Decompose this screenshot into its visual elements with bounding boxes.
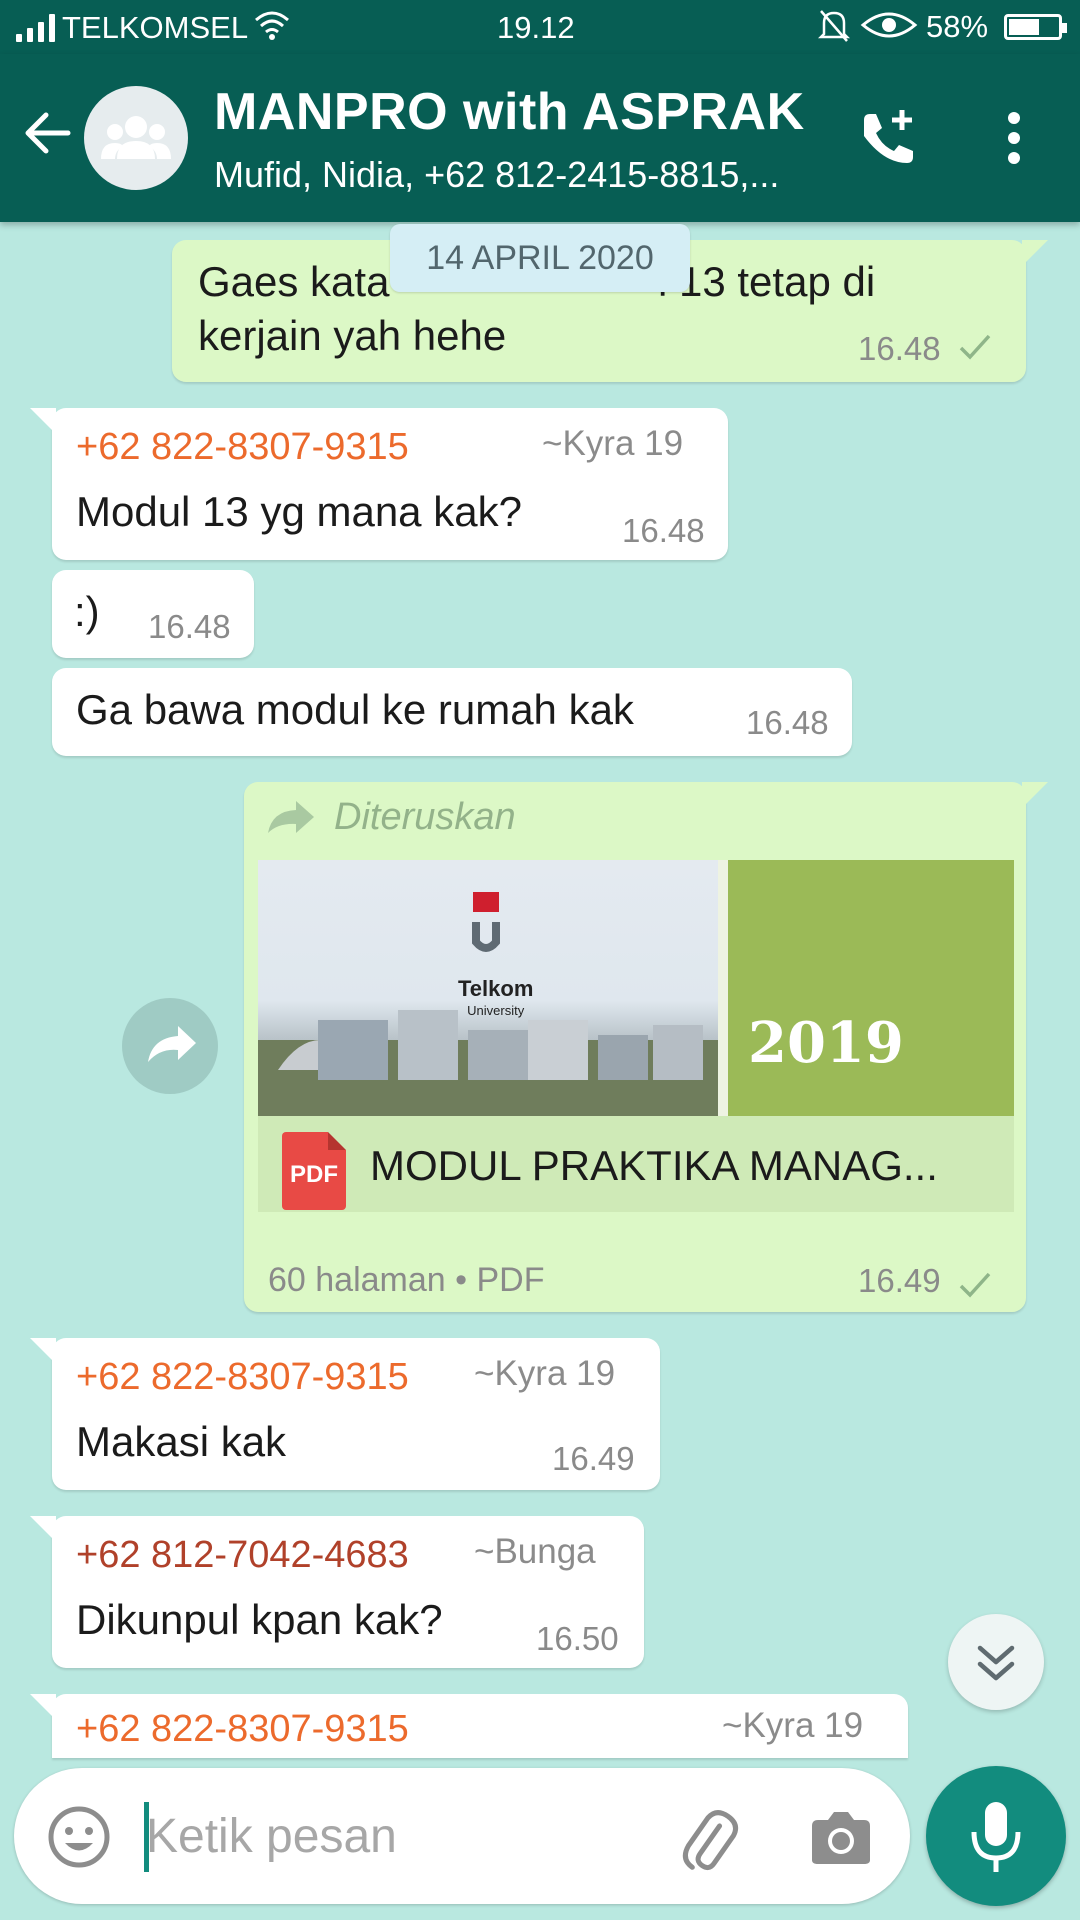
- carrier-name: TELKOMSEL: [62, 10, 249, 45]
- sender-phone[interactable]: +62 822-8307-9315: [76, 1356, 409, 1399]
- sent-check-icon: [959, 1272, 991, 1298]
- sender-phone[interactable]: +62 822-8307-9315: [76, 1708, 409, 1751]
- message-text: Makasi kak: [76, 1418, 287, 1465]
- sender-alias: ~Kyra 19: [722, 1706, 864, 1745]
- add-call-icon[interactable]: [856, 106, 920, 170]
- double-chevron-down-icon: [977, 1645, 1015, 1681]
- group-icon: [101, 116, 171, 159]
- group-avatar[interactable]: [84, 86, 188, 190]
- mute-bell-icon: [818, 10, 850, 42]
- message-text: Modul 13 yg mana kak?: [76, 488, 522, 535]
- voice-record-button[interactable]: [926, 1766, 1066, 1906]
- microphone-icon: [971, 1802, 1021, 1872]
- message-bubble[interactable]: :) 16.48: [52, 570, 254, 658]
- scroll-to-bottom-button[interactable]: [948, 1614, 1044, 1710]
- message-time: 16.50: [536, 1620, 619, 1657]
- forwarded-label: Diteruskan: [266, 796, 516, 839]
- message-bubble[interactable]: +62 822-8307-9315 ~Kyra 19 Modul 13 yg m…: [30, 408, 728, 560]
- message-input[interactable]: [146, 1798, 656, 1874]
- battery-icon: [1004, 14, 1067, 40]
- eye-icon: [860, 12, 918, 38]
- cover-green-panel: [728, 860, 1014, 1116]
- forward-share-button[interactable]: [122, 998, 218, 1094]
- sent-check-icon: [959, 334, 991, 360]
- sender-alias: ~Kyra 19: [474, 1354, 616, 1393]
- document-thumbnail[interactable]: Telkom University 2019: [258, 860, 1014, 1116]
- message-text: kerjain yah hehe: [198, 312, 507, 359]
- chat-header: MANPRO with ASPRAK Mufid, Nidia, +62 812…: [0, 54, 1080, 222]
- message-text: Gaes kata: [198, 258, 390, 305]
- message-time: 16.48: [858, 330, 941, 367]
- chat-title[interactable]: MANPRO with ASPRAK: [214, 82, 805, 142]
- share-arrow-icon: [148, 1026, 196, 1062]
- message-composer: [14, 1768, 910, 1904]
- sender-phone[interactable]: +62 822-8307-9315: [76, 426, 409, 469]
- message-bubble[interactable]: Ga bawa modul ke rumah kak 16.48: [52, 668, 852, 756]
- clock: 19.12: [497, 10, 575, 45]
- chat-participants[interactable]: Mufid, Nidia, +62 812-2415-8815,...: [214, 154, 814, 196]
- message-time: 16.49: [858, 1262, 941, 1299]
- document-name[interactable]: MODUL PRAKTIKA MANAG...: [370, 1142, 990, 1190]
- more-options-icon[interactable]: [1000, 110, 1028, 166]
- document-file-row[interactable]: PDF MODUL PRAKTIKA MANAG...: [258, 1116, 1014, 1212]
- message-bubble[interactable]: +62 822-8307-9315 ~Kyra 19 Makasi kak 16…: [30, 1338, 660, 1490]
- cover-year: 2019: [748, 1010, 904, 1076]
- battery-percent: 58%: [926, 9, 989, 44]
- sender-phone[interactable]: +62 812-7042-4683: [76, 1534, 409, 1577]
- message-bubble[interactable]: +62 812-7042-4683 ~Bunga Dikunpul kpan k…: [30, 1516, 644, 1668]
- camera-icon[interactable]: [808, 1808, 874, 1868]
- back-arrow-icon[interactable]: [20, 106, 74, 160]
- date-divider: 14 APRIL 2020: [390, 224, 690, 292]
- emoji-icon[interactable]: [46, 1804, 112, 1870]
- message-text: Ga bawa modul ke rumah kak: [76, 686, 634, 733]
- forwarded-text: Diteruskan: [334, 796, 516, 838]
- sender-alias: ~Bunga: [474, 1532, 596, 1571]
- campus-photo: Telkom University: [258, 860, 718, 1116]
- message-time: 16.49: [552, 1440, 635, 1477]
- status-bar: TELKOMSEL 19.12 58%: [0, 0, 1080, 54]
- wifi-icon: [255, 11, 289, 40]
- message-bubble[interactable]: +62 822-8307-9315 ~Kyra 19: [30, 1694, 908, 1758]
- signal-icon: [16, 12, 55, 42]
- message-time: 16.48: [746, 704, 829, 741]
- pdf-icon: PDF: [282, 1132, 346, 1210]
- forwarded-arrow-icon: [268, 800, 314, 833]
- sender-alias: ~Kyra 19: [542, 424, 684, 463]
- message-text: :): [74, 588, 100, 635]
- document-message[interactable]: Diteruskan Telkom University 2019 PDF MOD…: [244, 782, 1048, 1312]
- attachment-paperclip-icon[interactable]: [674, 1806, 744, 1876]
- document-meta: 60 halaman • PDF: [268, 1261, 545, 1299]
- message-text: Dikunpul kpan kak?: [76, 1596, 443, 1643]
- message-time: 16.48: [622, 512, 705, 549]
- message-text: l 13 tetap di: [658, 258, 876, 305]
- message-time: 16.48: [148, 608, 231, 645]
- telkom-logo-text: Telkom University: [458, 976, 534, 1019]
